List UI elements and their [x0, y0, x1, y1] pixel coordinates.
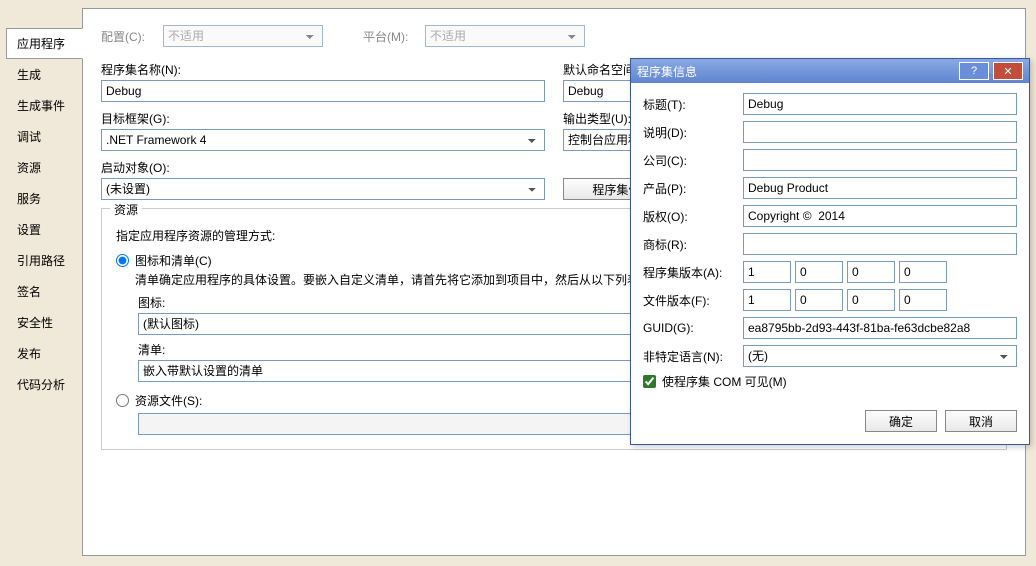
resource-file-radio[interactable] — [116, 394, 129, 407]
dlg-copyright-input[interactable] — [743, 205, 1017, 227]
assembly-info-dialog: 程序集信息 ? ✕ 标题(T): 说明(D): 公司(C): 产品(P): 版权… — [630, 58, 1030, 445]
dlg-desc-input[interactable] — [743, 121, 1017, 143]
dlg-lang-select[interactable]: (无) — [743, 345, 1017, 367]
help-icon[interactable]: ? — [959, 62, 989, 80]
dialog-titlebar[interactable]: 程序集信息 ? ✕ — [631, 59, 1029, 83]
dlg-title-label: 标题(T): — [643, 96, 737, 113]
target-framework-select[interactable]: .NET Framework 4 — [101, 129, 545, 151]
startup-object-select[interactable]: (未设置) — [101, 178, 545, 200]
dlg-company-label: 公司(C): — [643, 152, 737, 169]
dlg-filever-label: 文件版本(F): — [643, 292, 737, 309]
tab-application[interactable]: 应用程序 — [6, 28, 83, 59]
tab-signing[interactable]: 签名 — [6, 276, 82, 307]
dlg-cancel-button[interactable]: 取消 — [945, 410, 1017, 432]
dlg-desc-label: 说明(D): — [643, 124, 737, 141]
tab-reference-paths[interactable]: 引用路径 — [6, 245, 82, 276]
dlg-asmver-1[interactable] — [795, 261, 843, 283]
dlg-com-visible-checkbox[interactable] — [643, 375, 656, 388]
tab-build-events[interactable]: 生成事件 — [6, 90, 82, 121]
config-select: 不适用 — [163, 25, 323, 47]
assembly-name-input[interactable] — [101, 80, 545, 102]
dlg-filever-3[interactable] — [899, 289, 947, 311]
dlg-copyright-label: 版权(O): — [643, 208, 737, 225]
tab-resources[interactable]: 资源 — [6, 152, 82, 183]
tab-publish[interactable]: 发布 — [6, 338, 82, 369]
dlg-lang-label: 非特定语言(N): — [643, 348, 737, 365]
dlg-company-input[interactable] — [743, 149, 1017, 171]
dlg-title-input[interactable] — [743, 93, 1017, 115]
dlg-product-label: 产品(P): — [643, 180, 737, 197]
dlg-guid-label: GUID(G): — [643, 321, 737, 335]
close-icon[interactable]: ✕ — [993, 62, 1023, 80]
tab-settings[interactable]: 设置 — [6, 214, 82, 245]
dlg-guid-input[interactable] — [743, 317, 1017, 339]
startup-object-label: 启动对象(O): — [101, 159, 545, 176]
tab-debug[interactable]: 调试 — [6, 121, 82, 152]
platform-select: 不适用 — [425, 25, 585, 47]
assembly-name-label: 程序集名称(N): — [101, 61, 545, 78]
tab-security[interactable]: 安全性 — [6, 307, 82, 338]
resource-file-radio-label: 资源文件(S): — [135, 392, 202, 409]
dlg-filever-0[interactable] — [743, 289, 791, 311]
tab-code-analysis[interactable]: 代码分析 — [6, 369, 82, 400]
dialog-title-text: 程序集信息 — [637, 63, 955, 80]
dlg-trademark-label: 商标(R): — [643, 236, 737, 253]
resources-group-title: 资源 — [110, 201, 142, 218]
dlg-filever-2[interactable] — [847, 289, 895, 311]
dlg-filever-1[interactable] — [795, 289, 843, 311]
dlg-asmver-label: 程序集版本(A): — [643, 264, 737, 281]
dlg-ok-button[interactable]: 确定 — [865, 410, 937, 432]
dlg-product-input[interactable] — [743, 177, 1017, 199]
dlg-com-visible-label: 使程序集 COM 可见(M) — [662, 373, 787, 390]
dlg-trademark-input[interactable] — [743, 233, 1017, 255]
icon-manifest-radio[interactable] — [116, 254, 129, 267]
dlg-asmver-2[interactable] — [847, 261, 895, 283]
config-label: 配置(C): — [101, 28, 153, 45]
tab-build[interactable]: 生成 — [6, 59, 82, 90]
dlg-asmver-0[interactable] — [743, 261, 791, 283]
tab-services[interactable]: 服务 — [6, 183, 82, 214]
target-framework-label: 目标框架(G): — [101, 110, 545, 127]
tab-strip: 应用程序 生成 生成事件 调试 资源 服务 设置 引用路径 签名 安全性 发布 … — [6, 8, 82, 556]
platform-label: 平台(M): — [363, 28, 415, 45]
dlg-asmver-3[interactable] — [899, 261, 947, 283]
